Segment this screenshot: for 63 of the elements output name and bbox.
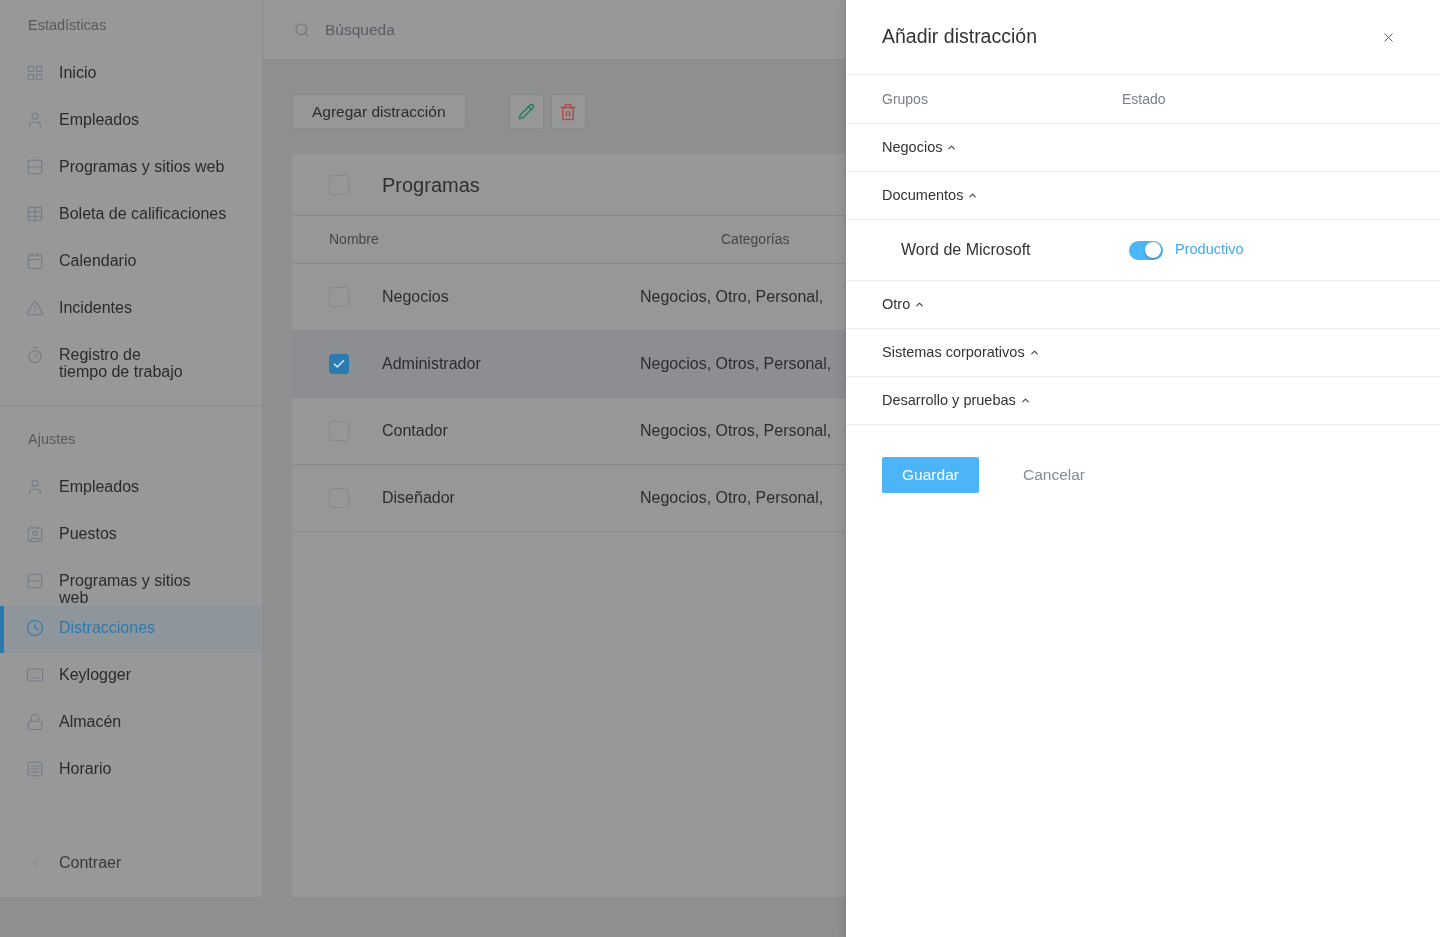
sidebar-item[interactable]: Keylogger xyxy=(0,653,262,700)
sidebar-item[interactable]: Inicio xyxy=(0,51,262,98)
toggle-switch[interactable] xyxy=(1129,240,1163,260)
sidebar-item[interactable]: Horario xyxy=(0,747,262,794)
sidebar-item[interactable]: Boleta de calificaciones xyxy=(0,192,262,239)
lock-icon xyxy=(26,713,44,731)
sidebar-section-title: Estadísticas xyxy=(27,16,108,35)
sidebar-item[interactable]: Calendario xyxy=(0,239,262,286)
categories-text: Negocios, Otro, Personal, xyxy=(640,488,824,508)
group-header[interactable]: Documentos xyxy=(882,184,979,207)
user-icon xyxy=(26,111,44,129)
group-header[interactable]: Sistemas corporativos xyxy=(882,341,1040,364)
column-header: Categorías xyxy=(721,230,790,249)
list-icon xyxy=(26,760,44,778)
program-name: Diseñador xyxy=(382,488,456,508)
sidebar-item[interactable]: Programas y sitios web xyxy=(0,145,262,192)
sidebar-item[interactable]: Registro de tiempo de trabajo xyxy=(0,333,262,380)
sidebar-item[interactable]: Incidentes xyxy=(0,286,262,333)
table-icon xyxy=(26,205,44,223)
categories-text: Negocios, Otro, Personal, xyxy=(640,287,824,307)
column-header: Nombre xyxy=(329,230,380,249)
user-icon xyxy=(26,478,44,496)
search-field[interactable]: Búsqueda xyxy=(325,14,725,45)
rows-icon xyxy=(26,158,44,176)
table-title: Programas xyxy=(382,172,480,198)
calendar-icon xyxy=(26,252,44,270)
check-icon xyxy=(332,357,346,371)
program-name: Contador xyxy=(382,421,449,441)
rows-icon xyxy=(26,572,44,590)
sidebar-item[interactable]: Programas y sitios web xyxy=(0,559,262,606)
cancel-button[interactable]: Cancelar xyxy=(1023,463,1086,487)
add-distraction-button[interactable]: Agregar distracción xyxy=(292,94,466,129)
search-bar[interactable]: Búsqueda xyxy=(263,0,846,60)
id-card-icon xyxy=(26,525,44,543)
group-header[interactable]: Negocios xyxy=(882,136,958,159)
categories-text: Negocios, Otros, Personal, xyxy=(640,421,832,441)
warning-icon xyxy=(26,299,44,317)
program-name: Negocios xyxy=(382,287,450,307)
group-header[interactable]: Otro xyxy=(882,293,926,316)
group-header[interactable]: Desarrollo y pruebas xyxy=(882,389,1031,412)
sidebar-section-title: Ajustes xyxy=(27,430,77,449)
program-name: Word de Microsoft xyxy=(901,240,1032,260)
clock-icon xyxy=(26,619,44,637)
status-label: Productivo xyxy=(1175,240,1244,260)
trash-icon xyxy=(559,102,578,121)
categories-text: Negocios, Otros, Personal, xyxy=(640,354,832,374)
checkbox[interactable] xyxy=(329,354,349,374)
sidebar-item[interactable]: Empleados xyxy=(0,465,262,512)
pencil-icon xyxy=(517,103,535,120)
keyboard-icon xyxy=(26,666,44,684)
sidebar-item[interactable]: Almacén xyxy=(0,700,262,747)
drawer-title: Añadir distracción xyxy=(882,24,1037,50)
column-header: Estado xyxy=(1122,89,1166,109)
delete-button[interactable] xyxy=(550,94,586,129)
stopwatch-icon xyxy=(26,346,44,364)
dashboard-icon xyxy=(26,64,44,82)
program-name: Administrador xyxy=(382,354,482,374)
column-header: Grupos xyxy=(882,89,929,109)
sidebar-item[interactable]: Puestos xyxy=(0,512,262,559)
edit-button[interactable] xyxy=(508,94,544,129)
sidebar-item[interactable]: Empleados xyxy=(0,98,262,145)
collapse-button[interactable]: Contraer xyxy=(0,839,262,886)
search-icon xyxy=(294,21,310,38)
